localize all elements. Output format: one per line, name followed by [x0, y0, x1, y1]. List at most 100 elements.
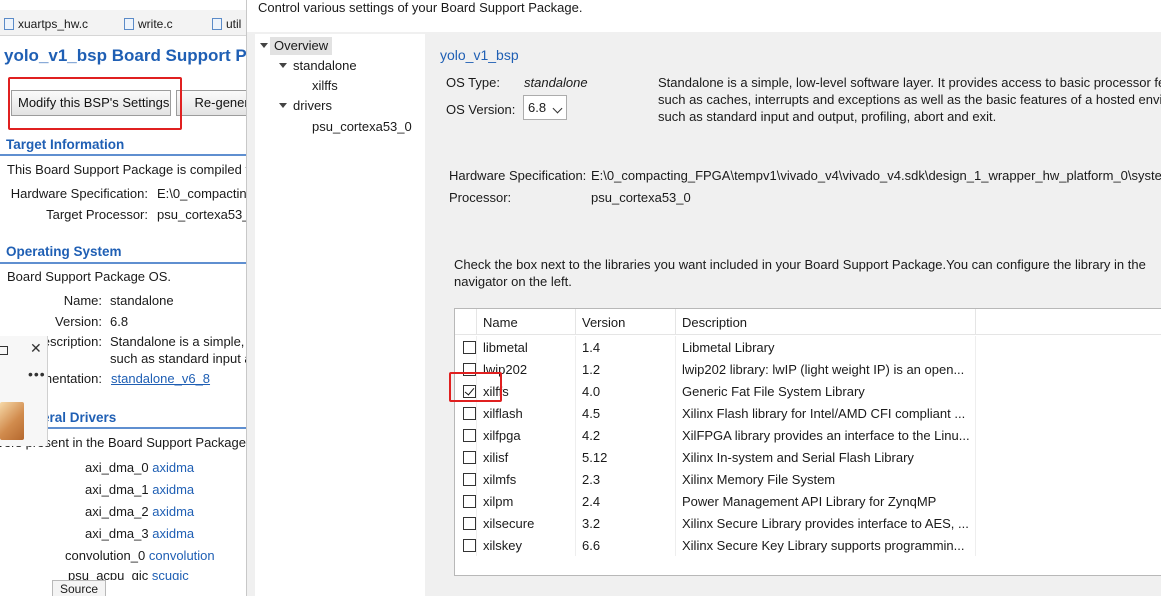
cell-name: xilffs: [477, 380, 576, 402]
column-header-version[interactable]: Version: [576, 309, 676, 335]
dialog-header: Control various settings of your Board S…: [247, 0, 1161, 32]
library-checkbox[interactable]: [463, 429, 476, 442]
cell-desc: Power Management API Library for ZynqMP: [676, 490, 976, 512]
cell-desc: Xilinx Memory File System: [676, 468, 976, 490]
driver-link[interactable]: axidma: [152, 482, 194, 497]
nav-psu-cortexa53[interactable]: psu_cortexa53_0: [312, 118, 412, 136]
driver-instance: psu_acpu_gic scugic: [68, 568, 189, 580]
overlay-mini-window: ✕ •••: [0, 336, 48, 446]
os-description-line2: such as standard input and output: [110, 351, 246, 366]
hw-spec-label: Hardware Specification:: [449, 168, 587, 183]
tab-write[interactable]: write.c: [124, 14, 173, 34]
nav-standalone[interactable]: standalone: [293, 57, 357, 75]
target-processor-value: psu_cortexa53_0: [157, 207, 246, 222]
cell-version: 2.4: [576, 490, 676, 512]
driver-instance: axi_dma_2 axidma: [85, 504, 195, 519]
hw-spec-value: E:\0_compacting_FPGA: [157, 186, 246, 201]
hw-spec-value: E:\0_compacting_FPGA\tempv1\vivado_v4\vi…: [591, 168, 1161, 183]
os-version-select[interactable]: 6.8: [523, 95, 567, 120]
cell-version: 1.4: [576, 336, 676, 358]
library-checkbox[interactable]: [463, 363, 476, 376]
target-info-heading: Target Information: [6, 137, 125, 152]
checkbox-cell: [455, 402, 477, 424]
expand-icon[interactable]: [260, 43, 268, 48]
cell-name: lwip202: [477, 358, 576, 380]
restore-icon[interactable]: [0, 346, 8, 355]
os-name-label: Name:: [63, 293, 102, 308]
os-description-line: such as caches, interrupts and exception…: [658, 92, 1161, 107]
table-header: Name Version Description: [455, 309, 1161, 335]
library-checkbox[interactable]: [463, 385, 476, 398]
driver-link[interactable]: axidma: [152, 526, 194, 541]
driver-link[interactable]: axidma: [152, 504, 194, 519]
modify-bsp-settings-button[interactable]: Modify this BSP's Settings: [11, 90, 171, 116]
bsp-name: yolo_v1_bsp: [440, 47, 519, 63]
os-version-label: OS Version:: [446, 102, 516, 117]
driver-link[interactable]: scugic: [152, 568, 189, 580]
checkbox-column-header: [455, 309, 477, 335]
cell-desc: Generic Fat File System Library: [676, 380, 976, 402]
os-description-line: such as standard input and output, profi…: [658, 109, 997, 124]
checkbox-cell: [455, 468, 477, 490]
more-options-icon[interactable]: •••: [28, 366, 46, 382]
library-checkbox[interactable]: [463, 517, 476, 530]
tab-xuartps-hw[interactable]: xuartps_hw.c: [4, 14, 88, 34]
driver-link[interactable]: convolution: [149, 548, 215, 563]
cell-name: xilpm: [477, 490, 576, 512]
close-icon[interactable]: ✕: [30, 340, 42, 357]
processor-value: psu_cortexa53_0: [591, 190, 691, 205]
expand-icon[interactable]: [279, 103, 287, 108]
os-documentation-link[interactable]: standalone_v6_8: [111, 371, 210, 386]
target-processor-label: Target Processor:: [46, 207, 148, 222]
cell-name: xilflash: [477, 402, 576, 424]
cell-version: 6.6: [576, 534, 676, 556]
library-table: Name Version Description libmetal 1.4 Libm…: [454, 308, 1161, 576]
driver-instance: axi_dma_0 axidma: [85, 460, 195, 475]
column-header-name[interactable]: Name: [477, 309, 576, 335]
c-file-icon: [124, 18, 134, 30]
nav-xilffs[interactable]: xilffs: [312, 77, 338, 95]
library-checkbox[interactable]: [463, 473, 476, 486]
regenerate-bsp-button[interactable]: Re-generate BSP Sources: [176, 90, 246, 116]
os-type-label: OS Type:: [446, 75, 500, 90]
table-row[interactable]: libmetal 1.4 Libmetal Library: [455, 336, 1161, 358]
table-row[interactable]: xilisf 5.12 Xilinx In-system and Serial Fl…: [455, 446, 1161, 468]
cell-desc: Libmetal Library: [676, 336, 976, 358]
library-checkbox[interactable]: [463, 407, 476, 420]
table-row[interactable]: xilfpga 4.2 XilFPGA library provides an in…: [455, 424, 1161, 446]
chevron-down-icon: [552, 103, 563, 114]
library-checkbox[interactable]: [463, 451, 476, 464]
table-row[interactable]: lwip202 1.2 lwip202 library: lwIP (light w…: [455, 358, 1161, 380]
checkbox-cell: [455, 490, 477, 512]
table-row[interactable]: xilmfs 2.3 Xilinx Memory File System: [455, 468, 1161, 490]
checkbox-cell: [455, 424, 477, 446]
nav-drivers[interactable]: drivers: [293, 97, 332, 115]
table-row[interactable]: xilsecure 3.2 Xilinx Secure Library provid…: [455, 512, 1161, 534]
column-header-description[interactable]: Description: [676, 309, 976, 335]
cell-desc: Xilinx Secure Key Library supports progr…: [676, 534, 976, 556]
cell-desc: lwip202 library: lwIP (light weight IP) …: [676, 358, 976, 380]
driver-link[interactable]: axidma: [152, 460, 194, 475]
avatar: [0, 402, 24, 440]
table-row[interactable]: xilflash 4.5 Xilinx Flash library for Inte…: [455, 402, 1161, 424]
cell-version: 4.2: [576, 424, 676, 446]
library-checkbox[interactable]: [463, 341, 476, 354]
bsp-title: yolo_v1_bsp Board Support Package: [4, 46, 246, 65]
divider: [0, 262, 246, 264]
cell-name: xilskey: [477, 534, 576, 556]
nav-overview[interactable]: Overview: [270, 37, 333, 55]
source-tab[interactable]: Source: [52, 580, 106, 596]
table-row[interactable]: xilpm 2.4 Power Management API Library for…: [455, 490, 1161, 512]
library-checkbox[interactable]: [463, 495, 476, 508]
checkbox-cell: [455, 512, 477, 534]
cell-version: 1.2: [576, 358, 676, 380]
checkbox-cell: [455, 446, 477, 468]
library-checkbox[interactable]: [463, 539, 476, 552]
cell-desc: Xilinx Flash library for Intel/AMD CFI c…: [676, 402, 976, 424]
os-heading: Operating System: [6, 244, 122, 259]
table-row[interactable]: xilskey 6.6 Xilinx Secure Key Library supp…: [455, 534, 1161, 556]
tab-util[interactable]: util: [212, 14, 241, 34]
table-row[interactable]: xilffs 4.0 Generic Fat File System Library: [455, 380, 1161, 402]
expand-icon[interactable]: [279, 63, 287, 68]
library-instructions: navigator on the left.: [454, 274, 572, 289]
